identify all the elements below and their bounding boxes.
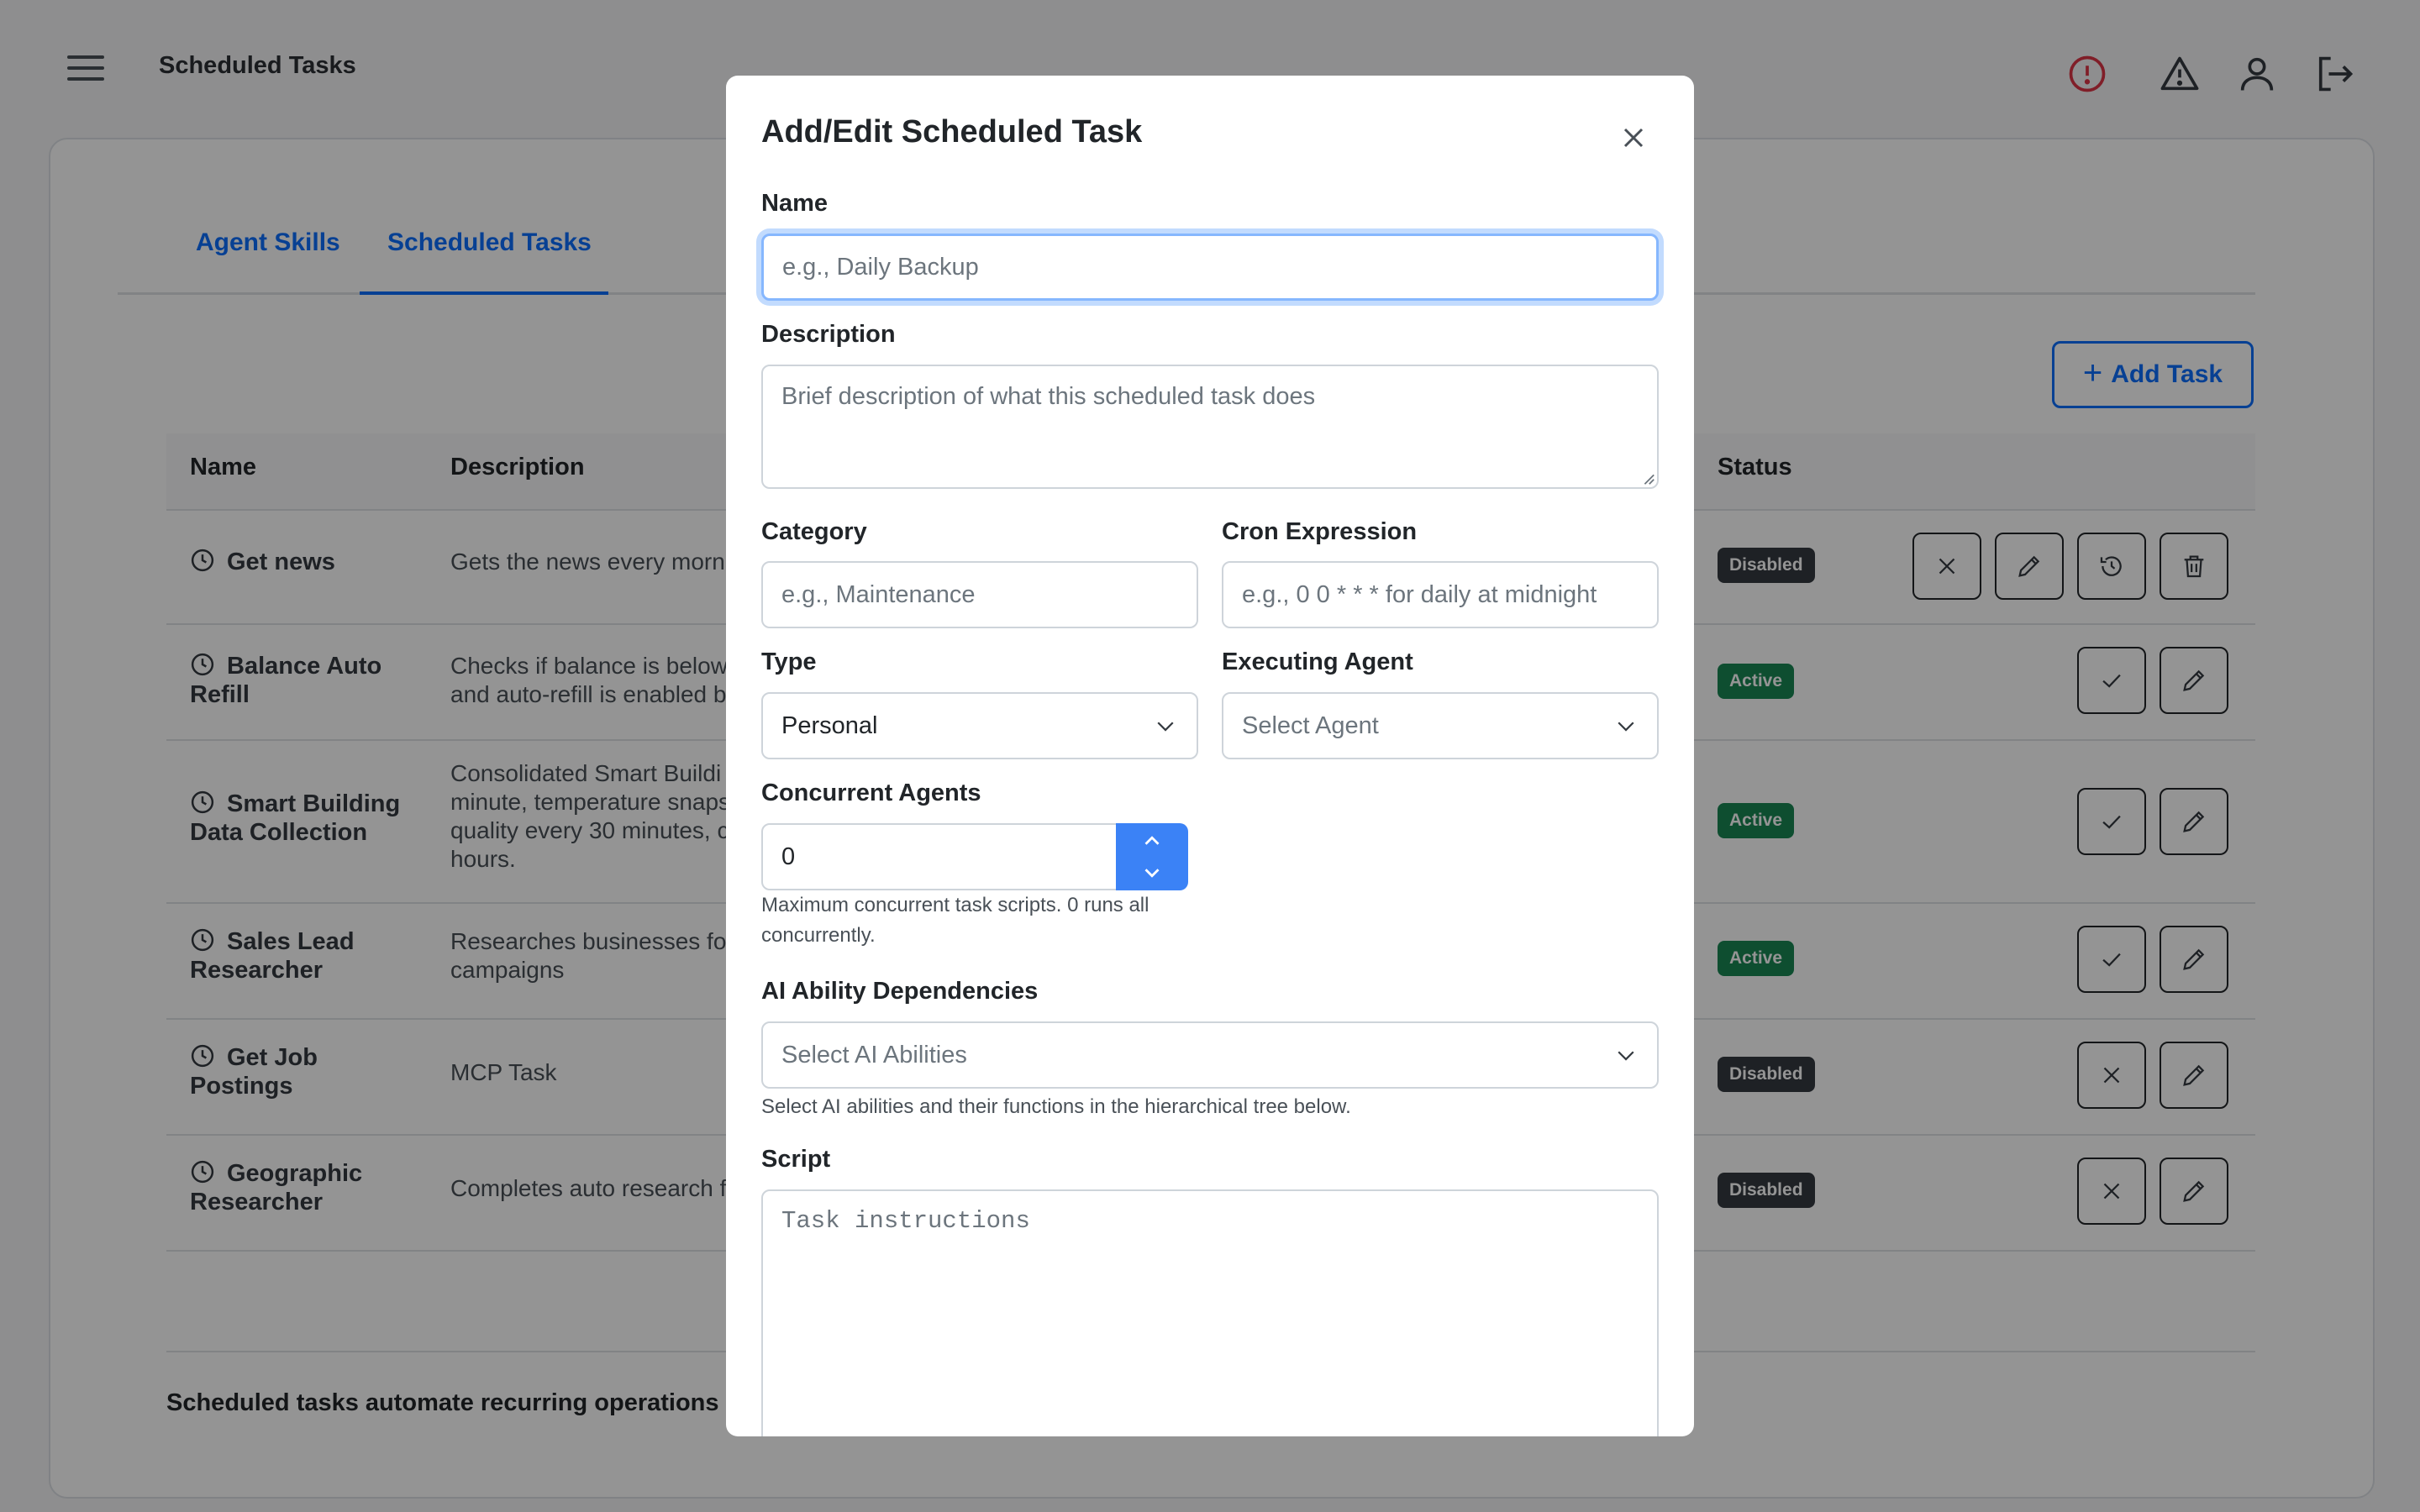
ai-abilities-placeholder: Select AI Abilities xyxy=(781,1041,967,1068)
resize-grip-icon[interactable] xyxy=(1640,470,1655,486)
name-input[interactable] xyxy=(761,234,1659,301)
type-select[interactable]: Personal xyxy=(761,692,1198,759)
modal-title: Add/Edit Scheduled Task xyxy=(761,114,1143,150)
type-label: Type xyxy=(761,648,817,675)
script-label: Script xyxy=(761,1146,831,1173)
close-icon[interactable] xyxy=(1617,121,1650,155)
ai-abilities-select[interactable]: Select AI Abilities xyxy=(761,1021,1659,1089)
ai-abilities-help: Select AI abilities and their functions … xyxy=(761,1095,1351,1118)
ai-ability-dependencies-label: AI Ability Dependencies xyxy=(761,978,1039,1005)
chevron-down-icon xyxy=(1618,722,1634,732)
chevron-down-icon xyxy=(1618,1051,1634,1061)
executing-agent-placeholder: Select Agent xyxy=(1242,711,1379,739)
category-input[interactable] xyxy=(761,561,1198,628)
chevron-down-icon xyxy=(1157,722,1174,732)
description-label: Description xyxy=(761,321,896,348)
cron-expression-label: Cron Expression xyxy=(1222,518,1418,545)
category-label: Category xyxy=(761,518,867,545)
executing-agent-label: Executing Agent xyxy=(1222,648,1413,675)
chevron-up-icon[interactable] xyxy=(1139,828,1165,853)
script-textarea[interactable] xyxy=(761,1189,1659,1436)
cron-expression-input[interactable] xyxy=(1222,561,1659,628)
description-textarea[interactable] xyxy=(761,365,1659,489)
concurrent-agents-input[interactable] xyxy=(761,823,1118,890)
chevron-down-icon[interactable] xyxy=(1139,860,1165,885)
name-label: Name xyxy=(761,190,828,217)
type-select-value: Personal xyxy=(781,711,878,739)
concurrent-agents-label: Concurrent Agents xyxy=(761,780,981,806)
concurrent-agents-stepper[interactable] xyxy=(1116,823,1188,890)
add-edit-task-modal: Add/Edit Scheduled Task Name Description… xyxy=(726,76,1694,1436)
executing-agent-select[interactable]: Select Agent xyxy=(1222,692,1659,759)
concurrent-agents-help: Maximum concurrent task scripts. 0 runs … xyxy=(761,894,1150,947)
